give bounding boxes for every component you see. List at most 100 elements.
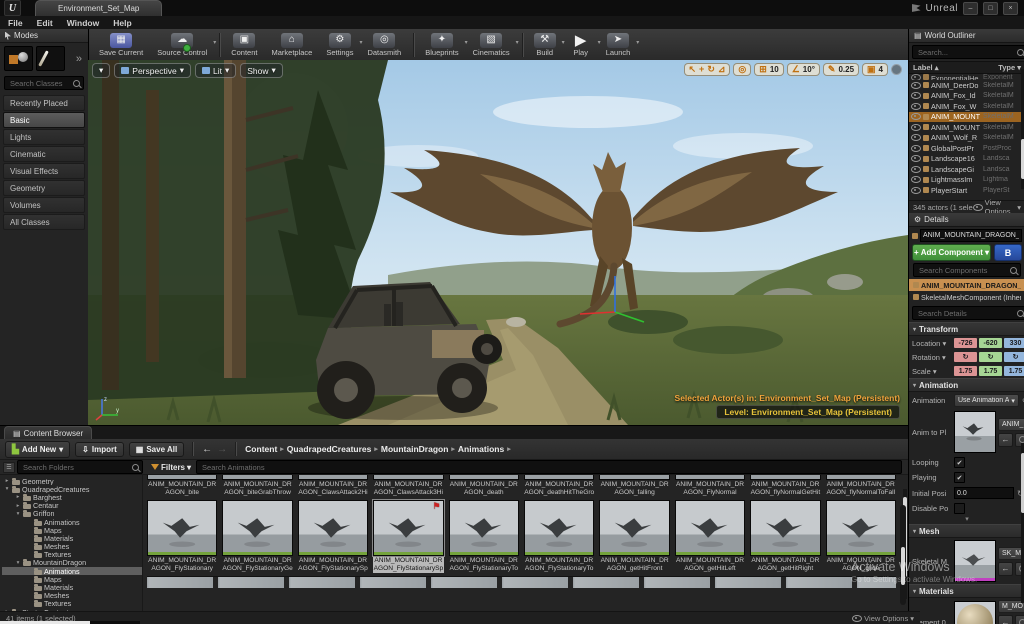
- asset-tile[interactable]: ⚑ ANIM_MOUNTAIN_DRAGON_FlyStationaryToLa…: [524, 500, 594, 573]
- asset-tile[interactable]: ANIM_MOUNTAIN_DRAGON_FlyNormal: [675, 475, 745, 497]
- breadcrumb-item[interactable]: Content ▸: [245, 444, 284, 454]
- anim-asset-dropdown[interactable]: ANIM_▾: [998, 418, 1024, 431]
- back-button[interactable]: ←: [202, 444, 212, 455]
- anim-asset-thumbnail[interactable]: [954, 411, 996, 453]
- grid-snap-control[interactable]: ⊞ 10: [754, 63, 783, 76]
- forward-button[interactable]: →: [217, 444, 227, 455]
- visibility-eye-icon[interactable]: [911, 113, 921, 120]
- folder-item[interactable]: ▸ Barghest: [2, 493, 142, 501]
- section-expander[interactable]: ▾: [909, 516, 1024, 524]
- view-mode-button[interactable]: Lit ▾: [195, 63, 236, 78]
- outliner-search-input[interactable]: [916, 47, 1017, 58]
- mesh-thumbnail[interactable]: [954, 540, 996, 582]
- visibility-eye-icon[interactable]: [911, 124, 921, 131]
- browse-icon[interactable]: [1015, 615, 1024, 624]
- content-browser-tab[interactable]: ▤ Content Browser: [4, 426, 92, 439]
- rotation-y-field[interactable]: ↻: [979, 352, 1002, 362]
- search-classes-input[interactable]: [8, 78, 73, 89]
- asset-tile[interactable]: ⚑ ANIM_MOUNTAIN_DRAGON_getHitLeft: [675, 500, 745, 573]
- breadcrumb-item[interactable]: QuadrapedCreatures ▸: [287, 444, 378, 454]
- outliner-actor-row[interactable]: GlobalPostPr PostProc: [909, 143, 1024, 154]
- asset-tile[interactable]: ANIM_MOUNTAIN_DRAGON_flyNormalToFall: [826, 475, 896, 497]
- add-component-button[interactable]: + Add Component ▾: [912, 244, 991, 261]
- visibility-eye-icon[interactable]: [911, 176, 921, 183]
- content-button[interactable]: ▣ Content: [226, 32, 264, 58]
- cinematics-button[interactable]: ▧ Cinematics ▾: [468, 32, 517, 58]
- folder-item[interactable]: ▾ MountainDragon: [2, 559, 142, 567]
- menu-file[interactable]: File: [8, 18, 23, 28]
- playing-checkbox[interactable]: ✔: [954, 472, 965, 483]
- asset-tile[interactable]: ANIM_MOUNTAIN_DRAGON_flyNormalGetHit: [750, 475, 820, 497]
- outliner-actor-row[interactable]: ANIM_Fox_W SkeletalM: [909, 101, 1024, 112]
- camera-speed-control[interactable]: ▣ 4: [862, 63, 888, 76]
- modes-list-item[interactable]: Basic: [3, 112, 85, 128]
- component-row[interactable]: ANIM_MOUNTAIN_DRAGON_FlySta: [909, 279, 1024, 291]
- rotation-x-field[interactable]: ↻: [954, 352, 977, 362]
- minimize-button[interactable]: –: [963, 2, 978, 15]
- asset-grid-scrollbar[interactable]: [900, 505, 906, 605]
- column-type[interactable]: Type ▾: [998, 63, 1021, 72]
- folder-item[interactable]: Textures: [2, 551, 142, 559]
- folder-item[interactable]: ▾ QuadrapedCreatures: [2, 485, 142, 493]
- initial-position-field[interactable]: [954, 487, 1014, 499]
- search-folders-input[interactable]: [21, 462, 132, 473]
- use-selected-icon[interactable]: ←: [998, 615, 1013, 624]
- folder-item[interactable]: Animations: [2, 518, 142, 526]
- viewport-scene[interactable]: [88, 60, 908, 425]
- component-row[interactable]: SkeletalMeshComponent (Inherited): [909, 291, 1024, 303]
- folder-item[interactable]: Textures: [2, 600, 142, 608]
- visibility-eye-icon[interactable]: [911, 155, 921, 162]
- folder-item[interactable]: Maps: [2, 575, 142, 583]
- asset-tile[interactable]: ANIM_MOUNTAIN_DRAGON_death: [449, 475, 519, 497]
- settings-button[interactable]: ⚙ Settings ▾: [321, 32, 360, 58]
- blueprints-button[interactable]: ✦ Blueprints ▾: [420, 32, 465, 58]
- viewport-maximize-icon[interactable]: [891, 64, 902, 75]
- menu-window[interactable]: Window: [67, 18, 100, 28]
- asset-tile[interactable]: ANIM_MOUNTAIN_DRAGON_falling: [599, 475, 669, 497]
- save-current-button[interactable]: ▦ Save Current: [94, 32, 150, 58]
- show-flags-button[interactable]: Show ▾: [240, 63, 283, 78]
- launch-button[interactable]: ➤ Launch ▾: [601, 32, 638, 58]
- outliner-actor-row[interactable]: LandscapeGi Landsca: [909, 164, 1024, 175]
- modes-list-item[interactable]: Lights: [3, 129, 85, 145]
- asset-tile[interactable]: ⚑ ANIM_MOUNTAIN_DRAGON_glide: [826, 500, 896, 573]
- folder-item[interactable]: Materials: [2, 534, 142, 542]
- search-assets-input[interactable]: [200, 462, 898, 473]
- materials-section-header[interactable]: ▾ Materials: [909, 584, 1024, 598]
- search-components-input[interactable]: [917, 265, 1010, 276]
- outliner-actor-row[interactable]: ExponentialHe Exponent: [909, 74, 1024, 80]
- use-selected-icon[interactable]: ←: [998, 433, 1013, 447]
- scale-snap-control[interactable]: ✎ 0.25: [823, 63, 859, 76]
- asset-tile[interactable]: ⚑ ANIM_MOUNTAIN_DRAGON_getHitFront: [599, 500, 669, 573]
- asset-tile[interactable]: ANIM_MOUNTAIN_DRAGON_biteGrabThrow: [222, 475, 292, 497]
- folder-item[interactable]: ▸ Centaur: [2, 502, 142, 510]
- maximize-button[interactable]: □: [983, 2, 998, 15]
- folder-item[interactable]: Animations: [2, 567, 142, 575]
- material-thumbnail[interactable]: [954, 601, 996, 624]
- camera-mode-button[interactable]: Perspective ▾: [114, 63, 191, 78]
- asset-tile[interactable]: ⚑ ANIM_MOUNTAIN_DRAGON_FlyStationaryGetH…: [222, 500, 292, 573]
- modes-list-item[interactable]: All Classes: [3, 214, 85, 230]
- current-level-badge[interactable]: Level: Environment_Set_Map (Persistent): [716, 405, 900, 419]
- more-modes-chevron[interactable]: »: [76, 53, 84, 65]
- outliner-actor-row[interactable]: ANIM_Wolf_R SkeletalM: [909, 133, 1024, 144]
- modes-tab[interactable]: Modes: [0, 29, 88, 43]
- modes-list-item[interactable]: Volumes: [3, 197, 85, 213]
- asset-tile[interactable]: ⚑ ANIM_MOUNTAIN_DRAGON_FlyStationarySpre…: [373, 500, 443, 573]
- transform-tools[interactable]: ↖ + ↻ ⊿: [684, 63, 731, 76]
- animation-section-header[interactable]: ▾ Animation: [909, 378, 1024, 392]
- folder-item[interactable]: Materials: [2, 583, 142, 591]
- viewport-options-button[interactable]: ▾: [92, 63, 110, 78]
- level-tab[interactable]: Environment_Set_Map: [35, 0, 162, 16]
- world-outliner-tab[interactable]: ▤ World Outliner: [909, 29, 1024, 43]
- location-x-field[interactable]: -726: [954, 338, 977, 348]
- rotation-z-field[interactable]: ↻: [1004, 352, 1024, 362]
- visibility-eye-icon[interactable]: [911, 103, 921, 110]
- folder-item[interactable]: ▾ Griffon: [2, 510, 142, 518]
- breadcrumb-item[interactable]: MountainDragon ▸: [381, 444, 455, 454]
- visibility-eye-icon[interactable]: [911, 134, 921, 141]
- looping-checkbox[interactable]: ✔: [954, 457, 965, 468]
- asset-tile[interactable]: ANIM_MOUNTAIN_DRAGON_ClawsAttack3HitComb…: [373, 475, 443, 497]
- visibility-eye-icon[interactable]: [911, 187, 921, 194]
- visibility-eye-icon[interactable]: [911, 82, 921, 89]
